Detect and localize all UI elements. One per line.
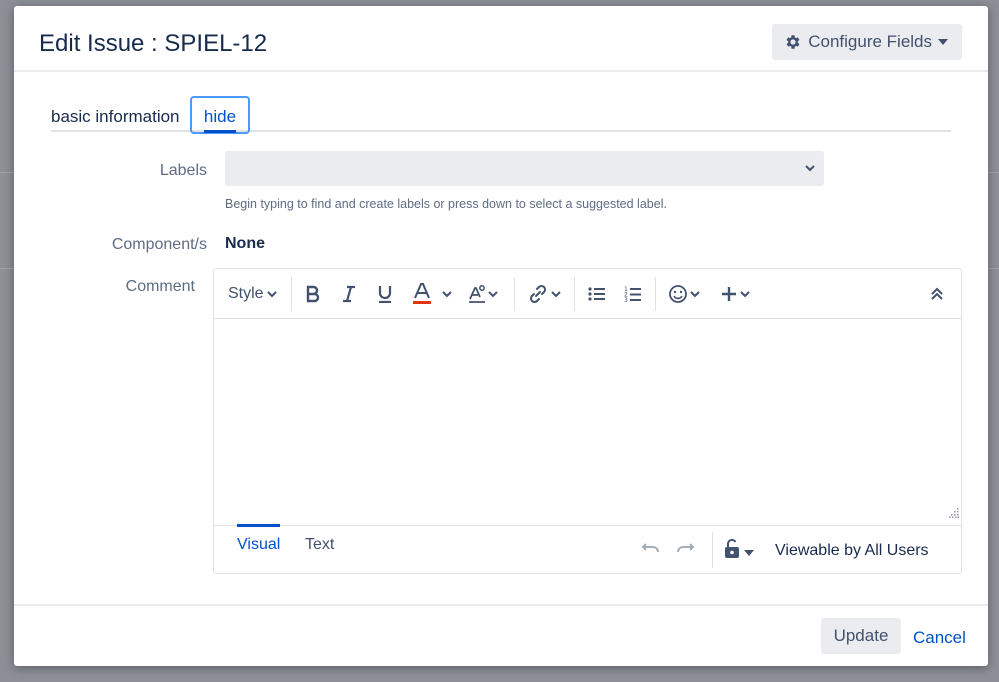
chevron-down-icon — [804, 161, 816, 179]
numbered-list-icon[interactable]: 123 — [624, 281, 642, 307]
redo-icon[interactable] — [675, 541, 695, 560]
comment-textarea[interactable] — [214, 320, 961, 525]
dialog-footer: Update Cancel — [14, 604, 988, 666]
mode-tab-text[interactable]: Text — [305, 536, 334, 554]
bold-icon[interactable] — [305, 281, 321, 307]
resize-handle-icon[interactable] — [949, 505, 959, 523]
editor-toolbar: Style 1 2 3 — [214, 269, 961, 319]
text-color-icon[interactable] — [412, 281, 452, 307]
unlock-icon — [724, 538, 740, 564]
dialog-header: Edit Issue : SPIEL-12 Configure Fields — [14, 6, 988, 72]
italic-icon[interactable] — [342, 281, 356, 307]
dialog-title: Edit Issue : SPIEL-12 — [39, 30, 268, 57]
mode-tab-visual[interactable]: Visual — [237, 524, 281, 572]
toolbar-divider — [291, 277, 292, 311]
cancel-link[interactable]: Cancel — [913, 628, 966, 648]
underline-icon[interactable] — [377, 281, 393, 307]
labels-help-text: Begin typing to find and create labels o… — [225, 197, 667, 211]
components-value: None — [225, 235, 265, 252]
tab-hide-label: hide — [203, 107, 237, 133]
toolbar-divider — [574, 277, 575, 311]
chevron-down-icon — [266, 285, 277, 303]
emoji-icon[interactable] — [668, 281, 700, 307]
collapse-toolbar-icon[interactable] — [931, 281, 943, 307]
caret-down-icon — [744, 543, 754, 561]
toolbar-divider — [514, 277, 515, 311]
comment-editor: Style 1 2 3 Visual Text Viewable by All … — [213, 268, 962, 574]
configure-fields-button[interactable]: Configure Fields — [772, 24, 962, 60]
insert-icon[interactable] — [721, 281, 750, 307]
tab-hide[interactable]: hide — [190, 96, 250, 134]
configure-fields-label: Configure Fields — [808, 32, 932, 51]
style-dropdown[interactable]: Style — [228, 281, 277, 307]
visibility-label: Viewable by All Users — [775, 542, 929, 559]
edit-issue-dialog: Edit Issue : SPIEL-12 Configure Fields b… — [14, 6, 988, 666]
bullet-list-icon[interactable] — [588, 281, 606, 307]
gear-icon — [784, 33, 802, 51]
visibility-dropdown[interactable] — [724, 538, 754, 564]
update-button[interactable]: Update — [821, 618, 901, 654]
undo-icon[interactable] — [641, 541, 661, 560]
editor-footer: Visual Text Viewable by All Users — [214, 524, 961, 574]
tab-bar: basic information hide — [51, 94, 951, 134]
tab-basic-information[interactable]: basic information — [51, 107, 180, 127]
more-formatting-icon[interactable] — [468, 281, 498, 307]
toolbar-divider — [655, 277, 656, 311]
footer-divider — [712, 532, 713, 568]
caret-down-icon — [938, 39, 948, 45]
link-icon[interactable] — [528, 281, 561, 307]
components-field-label: Component/s — [111, 236, 207, 253]
svg-text:3: 3 — [624, 297, 628, 303]
labels-field-label: Labels — [159, 162, 207, 179]
labels-select[interactable] — [225, 151, 824, 186]
style-label: Style — [228, 285, 264, 302]
comment-field-label: Comment — [125, 278, 195, 295]
